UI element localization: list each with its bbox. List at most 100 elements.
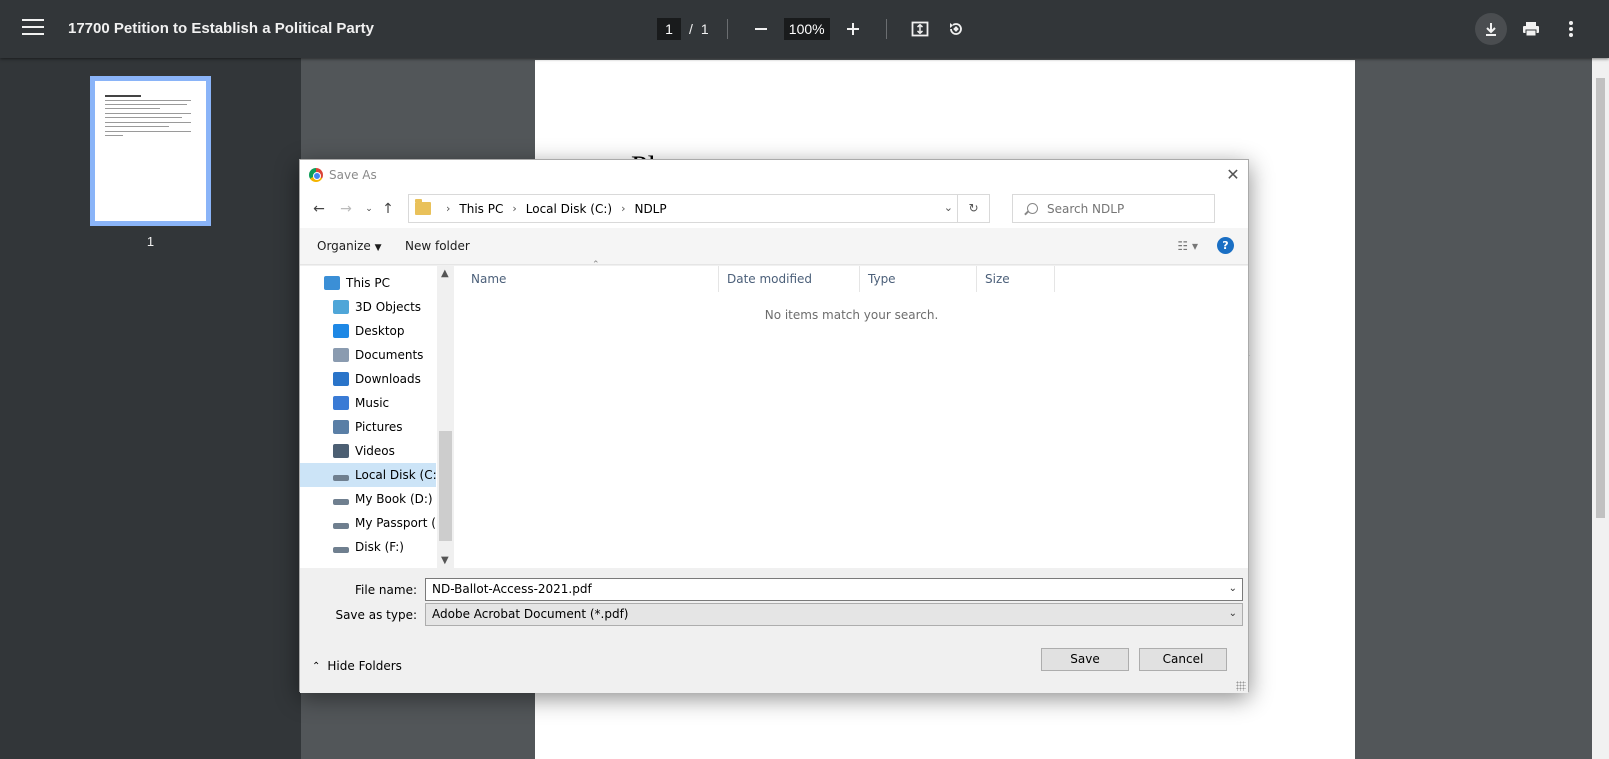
up-arrow-icon[interactable]: ↑ bbox=[378, 199, 398, 219]
chevron-right-icon: › bbox=[621, 202, 626, 215]
tree-item[interactable]: 3D Objects bbox=[300, 295, 436, 319]
toolbar-divider bbox=[885, 19, 887, 39]
tree-item[interactable]: Local Disk (C:) bbox=[300, 463, 441, 487]
tree-item[interactable]: Documents bbox=[300, 343, 436, 367]
drive-icon bbox=[333, 547, 349, 553]
tree-item[interactable]: My Book (D:) bbox=[300, 487, 436, 511]
document-icon bbox=[333, 348, 349, 362]
tree-item[interactable]: Desktop bbox=[300, 319, 436, 343]
file-name-input[interactable]: ND-Ballot-Access-2021.pdf ⌄ bbox=[425, 578, 1243, 601]
save-type-label: Save as type: bbox=[335, 608, 417, 622]
drive-icon bbox=[333, 475, 349, 481]
close-icon[interactable]: ✕ bbox=[1218, 160, 1248, 190]
forward-arrow-icon[interactable]: → bbox=[336, 199, 356, 219]
breadcrumb-this-pc[interactable]: This PC bbox=[459, 202, 503, 216]
page-separator: / bbox=[689, 21, 693, 37]
file-name-label: File name: bbox=[355, 583, 417, 597]
empty-message: No items match your search. bbox=[764, 308, 939, 322]
column-type[interactable]: Type bbox=[860, 266, 977, 292]
download-icon[interactable] bbox=[1475, 13, 1507, 45]
tree-item-label: Local Disk (C:) bbox=[355, 468, 442, 482]
view-options-icon[interactable]: ☷ ▾ bbox=[1177, 239, 1198, 253]
dialog-body: This PC 3D Objects Desktop Documents Downloa… bbox=[300, 260, 1248, 568]
back-arrow-icon[interactable]: ← bbox=[309, 199, 329, 219]
file-list: ⌃ Name Date modified Type Size No items … bbox=[455, 260, 1248, 568]
viewer-scrollbar[interactable] bbox=[1592, 58, 1609, 759]
desktop-icon bbox=[333, 324, 349, 338]
page-number-input[interactable]: 1 bbox=[657, 18, 681, 40]
rotate-icon[interactable] bbox=[941, 14, 971, 44]
thumbnail-sidebar: 1 bbox=[0, 58, 301, 759]
cancel-button[interactable]: Cancel bbox=[1139, 648, 1227, 671]
column-size[interactable]: Size bbox=[977, 266, 1055, 292]
dropdown-arrow-icon: ▼ bbox=[374, 243, 382, 253]
recent-locations-chevron-icon[interactable]: ⌄ bbox=[359, 199, 379, 219]
tree-item[interactable]: Downloads bbox=[300, 367, 436, 391]
save-button[interactable]: Save bbox=[1041, 648, 1129, 671]
address-dropdown-icon[interactable]: ⌄ bbox=[944, 201, 953, 214]
pictures-icon bbox=[333, 420, 349, 434]
zoom-level-input[interactable]: 100% bbox=[783, 18, 830, 40]
tree-item-label: Music bbox=[355, 396, 390, 410]
navigation-pane: This PC 3D Objects Desktop Documents Downloa… bbox=[300, 266, 452, 568]
search-box[interactable] bbox=[1012, 194, 1215, 223]
file-name-value: ND-Ballot-Access-2021.pdf bbox=[432, 582, 592, 596]
tree-item-label: Disk (F:) bbox=[355, 540, 404, 554]
page-thumbnail[interactable] bbox=[90, 76, 211, 226]
tree-item[interactable]: Disk (F:) bbox=[300, 535, 436, 559]
column-name[interactable]: Name bbox=[463, 266, 719, 292]
zoom-in-icon[interactable] bbox=[838, 14, 868, 44]
new-folder-button[interactable]: New folder bbox=[405, 239, 470, 253]
hide-folders-toggle[interactable]: ⌃ Hide Folders bbox=[312, 659, 402, 673]
help-icon[interactable]: ? bbox=[1217, 237, 1234, 254]
tree-item-label: 3D Objects bbox=[355, 300, 422, 314]
breadcrumb-ndlp[interactable]: NDLP bbox=[634, 202, 666, 216]
scroll-up-icon[interactable]: ▲ bbox=[441, 268, 449, 279]
breadcrumb-local-disk[interactable]: Local Disk (C:) bbox=[526, 202, 612, 216]
chevron-up-icon: ⌃ bbox=[312, 660, 321, 672]
tree-item-label: Pictures bbox=[355, 420, 403, 434]
tree-item[interactable]: Videos bbox=[300, 439, 436, 463]
file-list-header: ⌃ Name Date modified Type Size bbox=[455, 260, 1248, 292]
refresh-icon[interactable]: ↻ bbox=[957, 195, 989, 222]
fit-to-page-icon[interactable] bbox=[905, 14, 935, 44]
organize-label: Organize bbox=[317, 239, 371, 253]
pdf-toolbar: 17700 Petition to Establish a Political … bbox=[0, 0, 1609, 58]
tree-item-label: Videos bbox=[355, 444, 395, 458]
search-input[interactable] bbox=[1047, 201, 1207, 216]
page-zoom-controls: 1 / 1 100% bbox=[657, 14, 971, 44]
tree-item-label: My Book (D:) bbox=[355, 492, 433, 506]
resize-grip-icon[interactable] bbox=[1236, 681, 1246, 691]
chevron-right-icon: › bbox=[512, 202, 517, 215]
chevron-right-icon: › bbox=[446, 202, 451, 215]
tree-item[interactable]: Pictures bbox=[300, 415, 436, 439]
download-icon bbox=[333, 372, 349, 386]
scroll-down-icon[interactable]: ▼ bbox=[441, 555, 449, 566]
zoom-out-icon[interactable] bbox=[746, 14, 776, 44]
cube-icon bbox=[333, 300, 349, 314]
thumbnail-page-number: 1 bbox=[146, 234, 155, 249]
file-name-dropdown-icon[interactable]: ⌄ bbox=[1229, 583, 1237, 594]
tree-item[interactable]: This PC bbox=[300, 271, 436, 295]
print-icon[interactable] bbox=[1515, 13, 1547, 45]
menu-icon[interactable] bbox=[22, 19, 44, 39]
save-type-select[interactable]: Adobe Acrobat Document (*.pdf) ⌄ bbox=[425, 603, 1243, 626]
page-total: 1 bbox=[700, 21, 709, 37]
document-title: 17700 Petition to Establish a Political … bbox=[68, 20, 374, 37]
drive-icon bbox=[333, 499, 349, 505]
tree-item-label: Desktop bbox=[355, 324, 405, 338]
tree-item[interactable]: My Passport (E:) bbox=[300, 511, 452, 535]
computer-icon bbox=[324, 276, 340, 290]
column-date-modified[interactable]: Date modified bbox=[719, 266, 860, 292]
save-form: File name: ND-Ballot-Access-2021.pdf ⌄ S… bbox=[300, 568, 1248, 693]
search-icon bbox=[1027, 203, 1038, 214]
organize-menu[interactable]: Organize ▼ bbox=[317, 239, 382, 253]
navigation-scrollbar-thumb[interactable] bbox=[439, 431, 452, 541]
tree-item[interactable]: Music bbox=[300, 391, 436, 415]
viewer-scrollbar-thumb[interactable] bbox=[1596, 78, 1605, 518]
tree-item-label: Documents bbox=[355, 348, 424, 362]
save-type-dropdown-icon[interactable]: ⌄ bbox=[1229, 608, 1237, 619]
address-bar[interactable]: › This PC › Local Disk (C:) › NDLP ⌄ ↻ bbox=[408, 194, 990, 223]
more-options-icon[interactable] bbox=[1555, 13, 1587, 45]
navigation-scrollbar[interactable]: ▲ ▼ bbox=[437, 266, 454, 568]
